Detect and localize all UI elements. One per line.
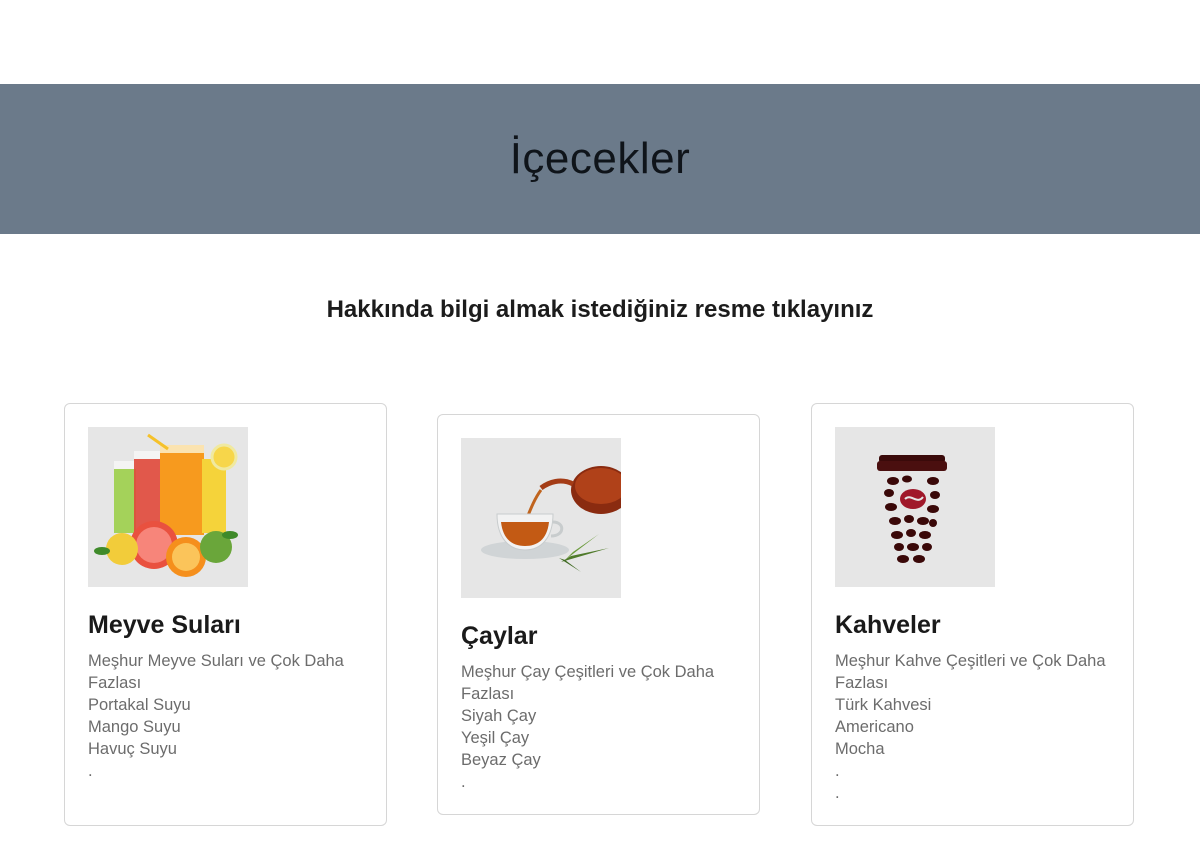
coffee-image[interactable] — [835, 427, 995, 587]
header-banner: İçecekler — [0, 84, 1200, 234]
intro-text: Hakkında bilgi almak istediğiniz resme t… — [326, 296, 874, 323]
card-meyve-sulari[interactable]: Meyve Suları Meşhur Meyve Suları ve Çok … — [64, 403, 387, 826]
fruit-juice-image[interactable] — [88, 427, 248, 587]
card-title: Çaylar — [461, 622, 538, 650]
page-title: İçecekler — [509, 134, 691, 183]
tea-image[interactable] — [461, 438, 621, 598]
card-description: Meşhur Çay Çeşitleri ve Çok Daha Fazlası… — [461, 663, 715, 791]
card-caylar[interactable]: Çaylar Meşhur Çay Çeşitleri ve Çok Daha … — [437, 414, 760, 815]
card-kahveler[interactable]: Kahveler Meşhur Kahve Çeşitleri ve Çok D… — [811, 403, 1134, 826]
card-description: Meşhur Kahve Çeşitleri ve Çok Daha Fazla… — [835, 652, 1106, 802]
card-title: Meyve Suları — [88, 611, 241, 639]
card-title: Kahveler — [835, 611, 941, 639]
card-description: Meşhur Meyve Suları ve Çok Daha Fazlası … — [88, 652, 344, 780]
